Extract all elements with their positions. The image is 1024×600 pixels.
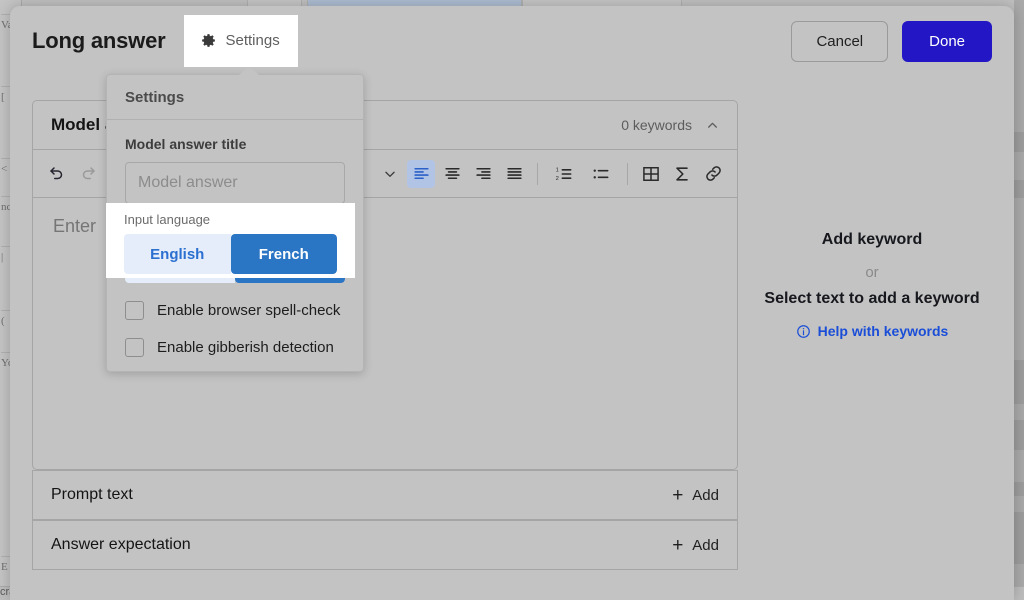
svg-text:1: 1 <box>556 167 559 173</box>
spotlight-input-language-toggle[interactable]: English French <box>124 234 337 274</box>
gibberish-detection-checkbox[interactable] <box>125 338 144 357</box>
spell-check-label: Enable browser spell-check <box>157 302 341 319</box>
numbered-list-icon[interactable]: 12 <box>547 160 581 188</box>
toolbar-divider <box>537 162 538 185</box>
chevron-down-icon[interactable] <box>376 160 404 188</box>
link-icon[interactable] <box>699 160 727 188</box>
or-separator-label: or <box>865 264 879 281</box>
model-answer-title-label: Model answer title <box>125 136 247 152</box>
keywords-count-toggle[interactable]: 0 keywords <box>621 117 719 133</box>
redo-icon[interactable] <box>74 160 102 188</box>
add-answer-expectation-button[interactable]: + Add <box>672 536 719 555</box>
spell-check-checkbox-row[interactable]: Enable browser spell-check <box>125 301 345 320</box>
svg-text:2: 2 <box>556 175 559 181</box>
answer-expectation-label: Answer expectation <box>51 536 191 553</box>
keywords-count-label: 0 keywords <box>621 117 692 133</box>
align-left-icon[interactable] <box>407 159 435 188</box>
add-label: Add <box>692 536 719 554</box>
gear-icon <box>200 32 217 49</box>
add-prompt-text-button[interactable]: + Add <box>672 486 719 505</box>
bulleted-list-icon[interactable] <box>584 160 618 188</box>
toolbar-divider <box>627 162 628 185</box>
gibberish-detection-checkbox-row[interactable]: Enable gibberish detection <box>125 338 345 357</box>
long-answer-modal: Long answer Settings Cancel Done Model a… <box>10 6 1014 600</box>
align-right-icon[interactable] <box>469 160 497 188</box>
gibberish-detection-label: Enable gibberish detection <box>157 339 334 356</box>
sigma-math-icon[interactable] <box>668 160 696 188</box>
cancel-button[interactable]: Cancel <box>791 20 889 62</box>
plus-icon: + <box>672 534 684 556</box>
prompt-text-label: Prompt text <box>51 486 133 503</box>
settings-button-label: Settings <box>225 31 280 49</box>
keyword-empty-state: Add keyword or Select text to add a keyw… <box>750 100 994 470</box>
modal-header: Long answer Settings Cancel Done <box>10 6 1014 76</box>
add-label: Add <box>692 486 719 504</box>
align-center-icon[interactable] <box>438 160 466 188</box>
model-answer-title-input[interactable] <box>125 162 345 204</box>
editor-placeholder: Enter <box>53 216 97 236</box>
chevron-up-icon <box>706 119 719 132</box>
done-button[interactable]: Done <box>902 20 992 62</box>
spotlight-input-language-group: Input language English French <box>106 203 355 278</box>
background-scrollbar-strip[interactable] <box>1014 0 1024 600</box>
align-justify-icon[interactable] <box>500 160 528 188</box>
page-title: Long answer <box>32 28 166 53</box>
undo-icon[interactable] <box>43 160 71 188</box>
plus-icon: + <box>672 484 684 506</box>
spotlight-input-language-label: Input language <box>124 212 211 227</box>
answer-expectation-section: Answer expectation + Add <box>32 520 738 570</box>
add-keyword-label: Add keyword <box>821 231 923 248</box>
prompt-text-section: Prompt text + Add <box>32 470 738 520</box>
help-with-keywords-link[interactable]: Help with keywords <box>796 323 949 339</box>
spotlight-language-option-french[interactable]: French <box>230 234 337 274</box>
settings-popover-heading: Settings <box>107 75 363 120</box>
info-icon <box>796 324 811 339</box>
spell-check-checkbox[interactable] <box>125 301 144 320</box>
spotlight-language-option-english[interactable]: English <box>124 234 231 274</box>
table-icon[interactable] <box>637 160 665 188</box>
help-with-keywords-label: Help with keywords <box>817 323 949 339</box>
settings-button[interactable]: Settings <box>183 15 298 67</box>
select-text-hint: Select text to add a keyword <box>764 290 980 307</box>
